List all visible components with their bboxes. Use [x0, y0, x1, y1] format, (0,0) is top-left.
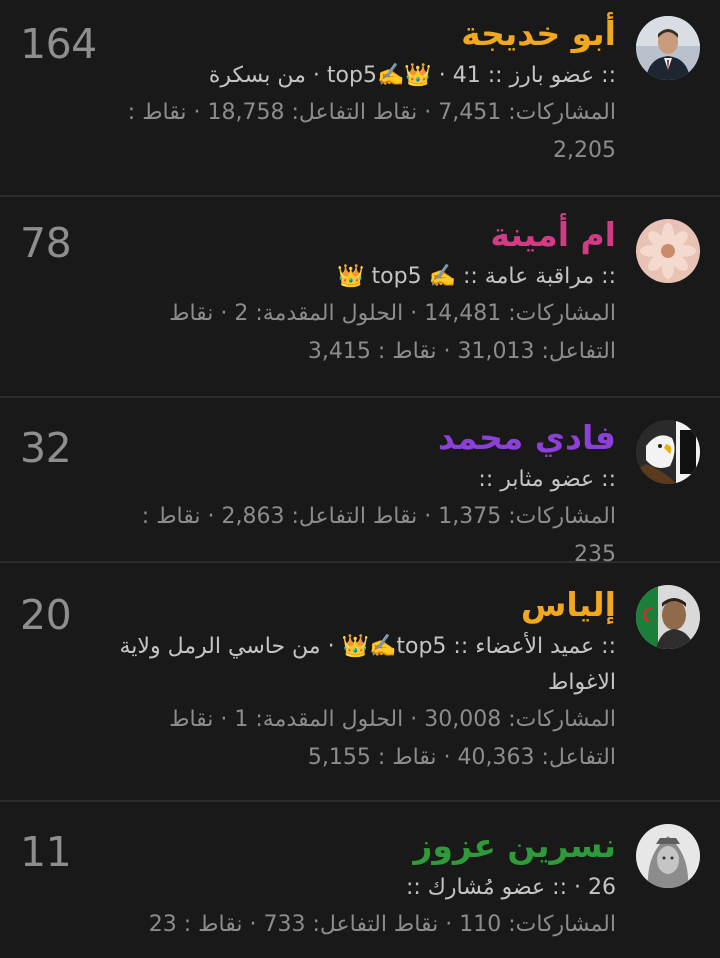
list-item[interactable]: 20 إلياس :: عميد الأعضاء :: top5✍️👑 · من… — [0, 563, 720, 802]
member-meta: :: عضو مثابر :: — [478, 467, 616, 492]
member-count: 78 — [20, 219, 72, 267]
member-stats: المشاركات: 30,008 · الحلول المقدمة: 1 · … — [169, 707, 616, 770]
member-meta-text: :: مراقبة عامة :: ✍️ top5 👑 — [337, 264, 616, 289]
man-flag-avatar-icon — [636, 585, 700, 649]
pink-flower-avatar-icon — [636, 219, 700, 283]
member-info: ام أمينة :: مراقبة عامة :: ✍️ top5 👑 الم… — [96, 213, 616, 371]
member-name[interactable]: فادي محمد — [96, 416, 616, 460]
member-info: نسرين عزوز 26 · :: عضو مُشارك :: المشارك… — [96, 824, 616, 944]
avatar[interactable] — [636, 585, 700, 649]
member-stats: المشاركات: 14,481 · الحلول المقدمة: 2 · … — [169, 301, 616, 364]
member-count: 11 — [20, 828, 72, 876]
member-info: أبو خديجة :: عضو بارز :: top5✍️👑 · 41 · … — [96, 12, 616, 170]
members-list: 164 أبو خديجة :: عضو بارز :: top5✍️👑 · 4… — [0, 0, 720, 958]
avatar[interactable] — [636, 219, 700, 283]
member-name[interactable]: ام أمينة — [96, 213, 616, 257]
member-meta: :: مراقبة عامة :: ✍️ top5 👑 — [96, 259, 616, 295]
member-meta: :: عميد الأعضاء :: top5✍️👑 · من حاسي الر… — [119, 634, 616, 695]
list-item[interactable]: 78 ام أمينة :: مراقبة عامة :: ✍️ top5 👑 … — [0, 197, 720, 398]
member-info: فادي محمد :: عضو مثابر :: المشاركات: 1,3… — [96, 416, 616, 574]
eagle-avatar-icon — [636, 420, 700, 484]
list-item[interactable]: 11 نسرين عزوز 26 · :: عضو مُشارك :: المش… — [0, 802, 720, 958]
man-suit-avatar-icon — [636, 16, 700, 80]
member-meta: 26 · :: عضو مُشارك :: — [405, 875, 616, 900]
member-name[interactable]: أبو خديجة — [96, 12, 616, 56]
avatar[interactable] — [636, 420, 700, 484]
member-stats: المشاركات: 7,451 · نقاط التفاعل: 18,758 … — [127, 100, 616, 163]
member-count: 164 — [20, 20, 97, 68]
member-info: إلياس :: عميد الأعضاء :: top5✍️👑 · من حا… — [96, 583, 616, 777]
member-name[interactable]: نسرين عزوز — [96, 824, 616, 868]
member-name[interactable]: إلياس — [96, 583, 616, 627]
member-count: 20 — [20, 591, 72, 639]
avatar[interactable] — [636, 16, 700, 80]
list-item[interactable]: 32 فادي محمد :: عضو مثابر :: المشاركات: … — [0, 398, 720, 567]
member-stats: المشاركات: 110 · نقاط التفاعل: 733 · نقا… — [148, 912, 616, 937]
avatar[interactable] — [636, 824, 700, 888]
list-item[interactable]: 164 أبو خديجة :: عضو بارز :: top5✍️👑 · 4… — [0, 0, 720, 197]
member-meta: :: عضو بارز :: top5✍️👑 · 41 · من بسكرة — [208, 63, 616, 88]
member-count: 32 — [20, 424, 72, 472]
veiled-woman-avatar-icon — [636, 824, 700, 888]
